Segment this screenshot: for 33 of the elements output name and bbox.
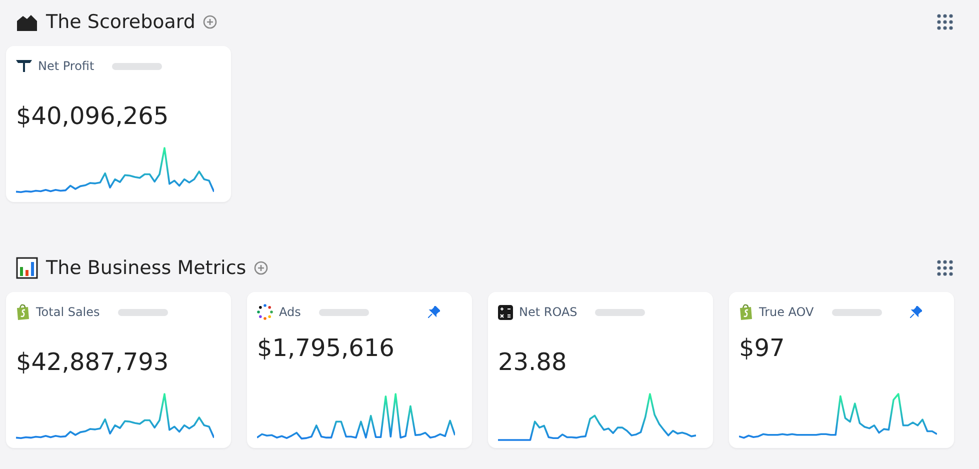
pin-button[interactable] [428, 306, 440, 318]
loading-bar [595, 308, 646, 316]
metric-card[interactable]: Total Sales $42,887,793 [6, 292, 231, 448]
loading-bar [832, 308, 882, 316]
metric-card[interactable]: Ads $1,795,616 [247, 292, 472, 448]
loading-bar [112, 62, 162, 70]
bar-chart-icon [16, 257, 38, 279]
metric-title: True AOV [759, 305, 814, 319]
shopping-bag-icon [16, 304, 30, 320]
calculator-icon [498, 304, 513, 320]
metric-value: 23.88 [498, 348, 568, 377]
loading-bar [318, 308, 369, 316]
section-title: The Business Metrics [46, 257, 246, 279]
metric-card[interactable]: True AOV $97 [729, 292, 954, 448]
grid-menu-icon[interactable] [937, 260, 953, 276]
metric-title: Total Sales [36, 305, 100, 319]
loading-bar [118, 308, 168, 316]
add-icon[interactable] [203, 15, 218, 29]
metric-card[interactable]: Net Profit $40,096,265 [6, 46, 231, 202]
metric-title: Ads [279, 305, 301, 319]
grid-menu-icon[interactable] [937, 14, 953, 30]
dot-ring-icon [257, 304, 273, 320]
metric-card[interactable]: Net ROAS 23.88 [488, 292, 713, 448]
section-title: The Scoreboard [46, 11, 196, 33]
add-icon[interactable] [254, 261, 268, 275]
metric-value: $40,096,265 [16, 102, 170, 131]
metric-title: Net Profit [38, 59, 94, 73]
metric-title: Net ROAS [519, 305, 578, 319]
shopping-bag-icon [739, 304, 753, 320]
pin-button[interactable] [910, 306, 922, 318]
metric-value: $97 [739, 334, 786, 363]
metric-value: $42,887,793 [16, 348, 170, 377]
metric-value: $1,795,616 [257, 334, 396, 363]
